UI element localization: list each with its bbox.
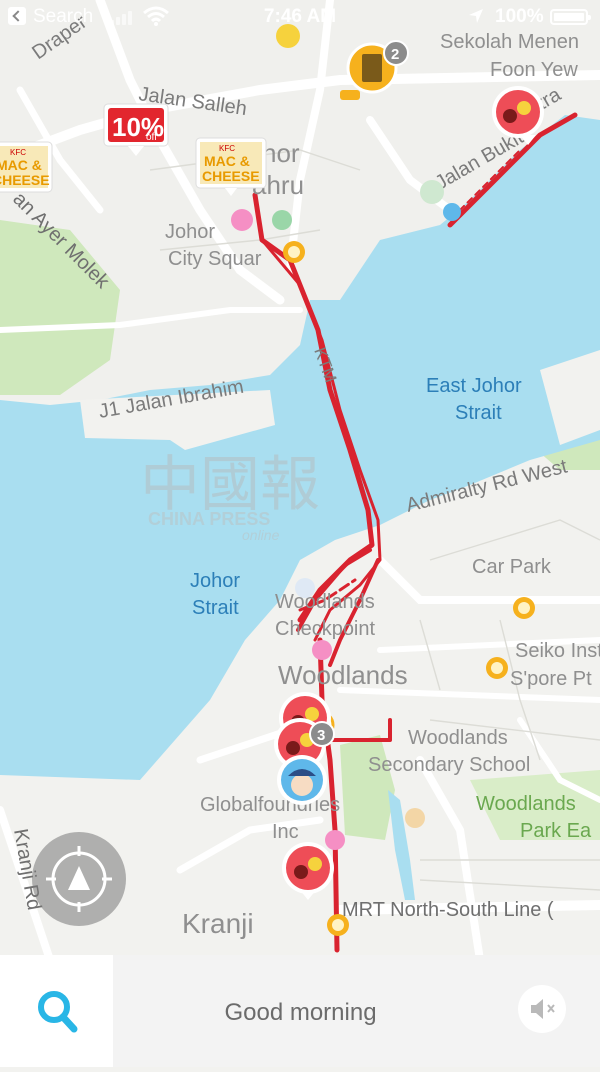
svg-text:CHEESE: CHEESE [202,168,260,184]
search-button[interactable] [0,955,113,1067]
svg-text:CHINA PRESS: CHINA PRESS [148,509,270,529]
sound-toggle-button[interactable] [518,985,566,1033]
recenter-icon [46,846,112,912]
map-label: Checkpoint [275,618,376,640]
map-label: Strait [455,402,502,424]
svg-text:online: online [242,527,280,543]
map-label: Seiko Instr [515,640,600,662]
map-label: Kranji [182,908,254,939]
map-label: Johor [165,221,215,243]
svg-text:KFC: KFC [219,144,235,153]
svg-text:off: off [146,132,157,143]
greeting-text: Good morning [224,999,377,1026]
recenter-button[interactable] [32,832,126,926]
kfc-promo-pin[interactable]: KFC MAC & CHEESE [0,141,53,193]
map-label: Woodlands [275,591,375,613]
svg-text:2: 2 [391,46,399,63]
map-label: Car Park [472,556,552,578]
search-icon [38,991,78,1033]
speaker-muted-icon [531,999,555,1019]
greeting-panel[interactable]: Good morning [113,955,600,1067]
map-label: Sekolah Menen [440,31,579,53]
svg-text:MAC &: MAC & [0,157,42,173]
battery-icon [550,9,591,25]
svg-text:3: 3 [317,727,325,744]
police-icon[interactable] [277,755,327,805]
svg-text:MAC &: MAC & [204,153,250,169]
map-label: Johor [190,570,240,592]
map-label: S'pore Pt [510,668,592,690]
map-label: Inc [272,821,299,843]
map-label: Strait [192,597,239,619]
map-label: City Squar [168,248,262,270]
kfc-promo-pin[interactable]: KFC MAC & CHEESE [195,137,267,196]
map-label: MRT North-South Line ( [342,899,554,921]
svg-text:KFC: KFC [10,148,26,157]
map-label: Foon Yew [490,59,578,81]
map-label: Woodlands [408,727,508,749]
map-label: Secondary School [368,754,530,776]
battery-percent: 100% [495,6,544,27]
bottom-bar: Good morning [0,955,600,1067]
map-label: Woodlands [278,660,408,690]
status-bar: Search 7:46 AM 100% [0,0,600,34]
svg-text:CHEESE: CHEESE [0,172,50,188]
map-label: hor [262,138,300,168]
map-label: Park Ea [520,820,592,842]
map-label: East Johor [426,375,522,397]
map-label: Woodlands [476,793,576,815]
location-arrow-icon [469,9,483,23]
